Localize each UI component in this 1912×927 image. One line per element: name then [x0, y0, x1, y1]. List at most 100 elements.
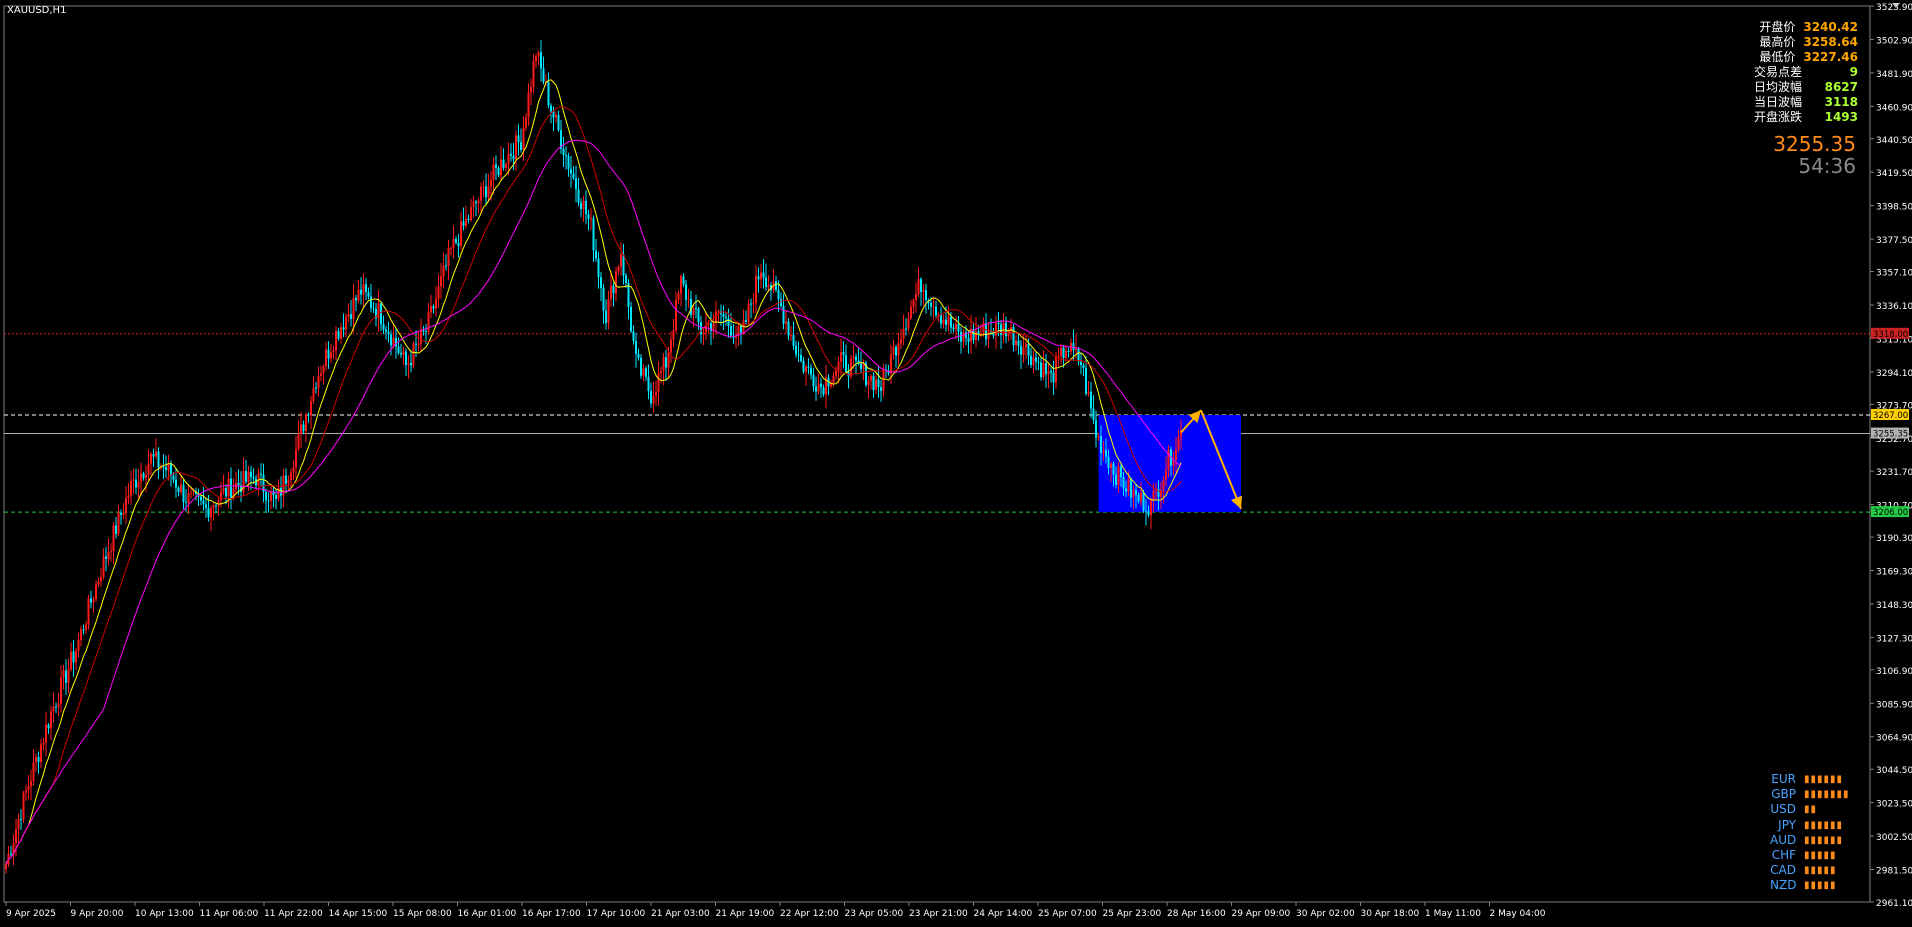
candle-body — [512, 155, 515, 160]
candle-body — [150, 453, 152, 464]
x-tick-label: 29 Apr 09:00 — [1232, 909, 1291, 919]
candle-body — [702, 332, 705, 335]
candle-body — [607, 298, 610, 324]
candle-body — [547, 81, 550, 106]
y-tick-label: 3148.30 — [1876, 601, 1912, 611]
candle-body — [542, 68, 545, 83]
candle-body — [605, 310, 607, 324]
candle-body — [1017, 340, 1020, 346]
candle-body — [952, 327, 955, 330]
candle-body — [807, 366, 810, 368]
candle-body — [947, 316, 950, 325]
candle-body — [75, 650, 77, 663]
candle-body — [205, 504, 207, 508]
candle-body — [840, 352, 842, 362]
candle-body — [775, 281, 777, 290]
info-panel: 开盘价 3240.42 最高价 3258.64 最低价 3227.46 交易点差 9 日… — [1754, 20, 1858, 125]
candle-body — [275, 494, 277, 499]
candle-body — [635, 341, 637, 354]
candle-body — [40, 744, 42, 762]
x-tick-label: 11 Apr 06:00 — [200, 909, 259, 919]
candle-body — [10, 853, 12, 855]
candle-body — [920, 278, 922, 293]
candle-body — [1072, 342, 1075, 351]
candle-body — [187, 493, 190, 503]
x-tick-label: 10 Apr 13:00 — [135, 909, 194, 919]
candle-body — [20, 819, 22, 821]
candle-body — [302, 424, 305, 432]
candle-body — [380, 303, 382, 324]
candle-body — [327, 349, 330, 359]
candle-body — [1162, 479, 1165, 490]
x-tick-label: 16 Apr 17:00 — [522, 909, 581, 919]
candle-body — [492, 164, 495, 181]
candle-body — [82, 629, 85, 631]
candle-body — [1007, 331, 1010, 337]
candle-body — [577, 189, 580, 203]
candle-body — [1092, 408, 1095, 421]
candle-body — [565, 155, 567, 157]
candle-body — [745, 320, 747, 322]
candle-body — [1040, 362, 1042, 378]
candle-body — [1005, 322, 1007, 337]
y-tick-label: 3044.50 — [1876, 766, 1912, 776]
candle-body — [562, 148, 565, 156]
candle-body — [442, 265, 445, 277]
candle-body — [680, 276, 682, 294]
candle-body — [1032, 357, 1035, 365]
candle-body — [320, 373, 322, 377]
candle-body — [665, 357, 667, 368]
candle-body — [1090, 391, 1092, 409]
candle-body — [630, 306, 632, 332]
candle-body — [297, 433, 300, 450]
candle-body — [1000, 324, 1002, 335]
candle-body — [412, 343, 415, 366]
candle-body — [832, 375, 835, 384]
price-chart[interactable]: 3523.903502.903481.903460.903440.503419.… — [0, 0, 1912, 927]
candle-body — [472, 201, 475, 208]
candle-body — [237, 482, 240, 486]
candle-body — [677, 293, 680, 301]
candle-body — [1055, 357, 1057, 383]
candle-body — [637, 353, 640, 358]
candle-body — [210, 508, 212, 518]
candle-body — [425, 331, 427, 333]
candle-body — [1147, 511, 1150, 516]
candle-body — [152, 453, 155, 457]
candle-body — [897, 343, 900, 356]
candle-body — [812, 374, 815, 387]
candle-body — [22, 792, 25, 820]
candle-body — [97, 581, 100, 585]
candle-body — [305, 414, 307, 432]
x-tick-label: 25 Apr 07:00 — [1038, 909, 1097, 919]
candle-body — [365, 284, 367, 292]
candle-body — [917, 278, 920, 295]
candle-body — [382, 323, 385, 330]
candle-body — [615, 271, 617, 294]
candle-body — [555, 114, 557, 118]
candle-body — [987, 330, 990, 340]
candle-body — [572, 173, 575, 179]
candle-body — [730, 326, 732, 336]
candle-body — [567, 155, 570, 170]
candle-body — [405, 351, 407, 366]
candle-body — [60, 677, 62, 704]
candle-body — [385, 329, 387, 332]
candle-body — [475, 201, 477, 204]
candle-body — [932, 306, 935, 308]
candle-body — [640, 357, 642, 376]
candle-body — [65, 670, 67, 683]
candle-body — [650, 390, 652, 404]
chevron-down-icon[interactable] — [1892, 3, 1900, 8]
candle-body — [800, 355, 802, 361]
x-tick-label: 22 Apr 12:00 — [780, 909, 839, 919]
ccy-row-jpy: JPY ▮▮▮▮▮▮ — [1778, 817, 1844, 832]
candle-body — [180, 484, 182, 493]
candle-body — [687, 298, 690, 300]
candle-body — [1097, 436, 1100, 438]
candle-body — [570, 169, 572, 174]
info-row-open-change: 开盘涨跌 1493 — [1753, 110, 1858, 124]
candle-body — [32, 762, 35, 782]
ccy-row-nzd: NZD ▮▮▮▮▮ — [1770, 878, 1837, 893]
candle-body — [445, 265, 447, 267]
